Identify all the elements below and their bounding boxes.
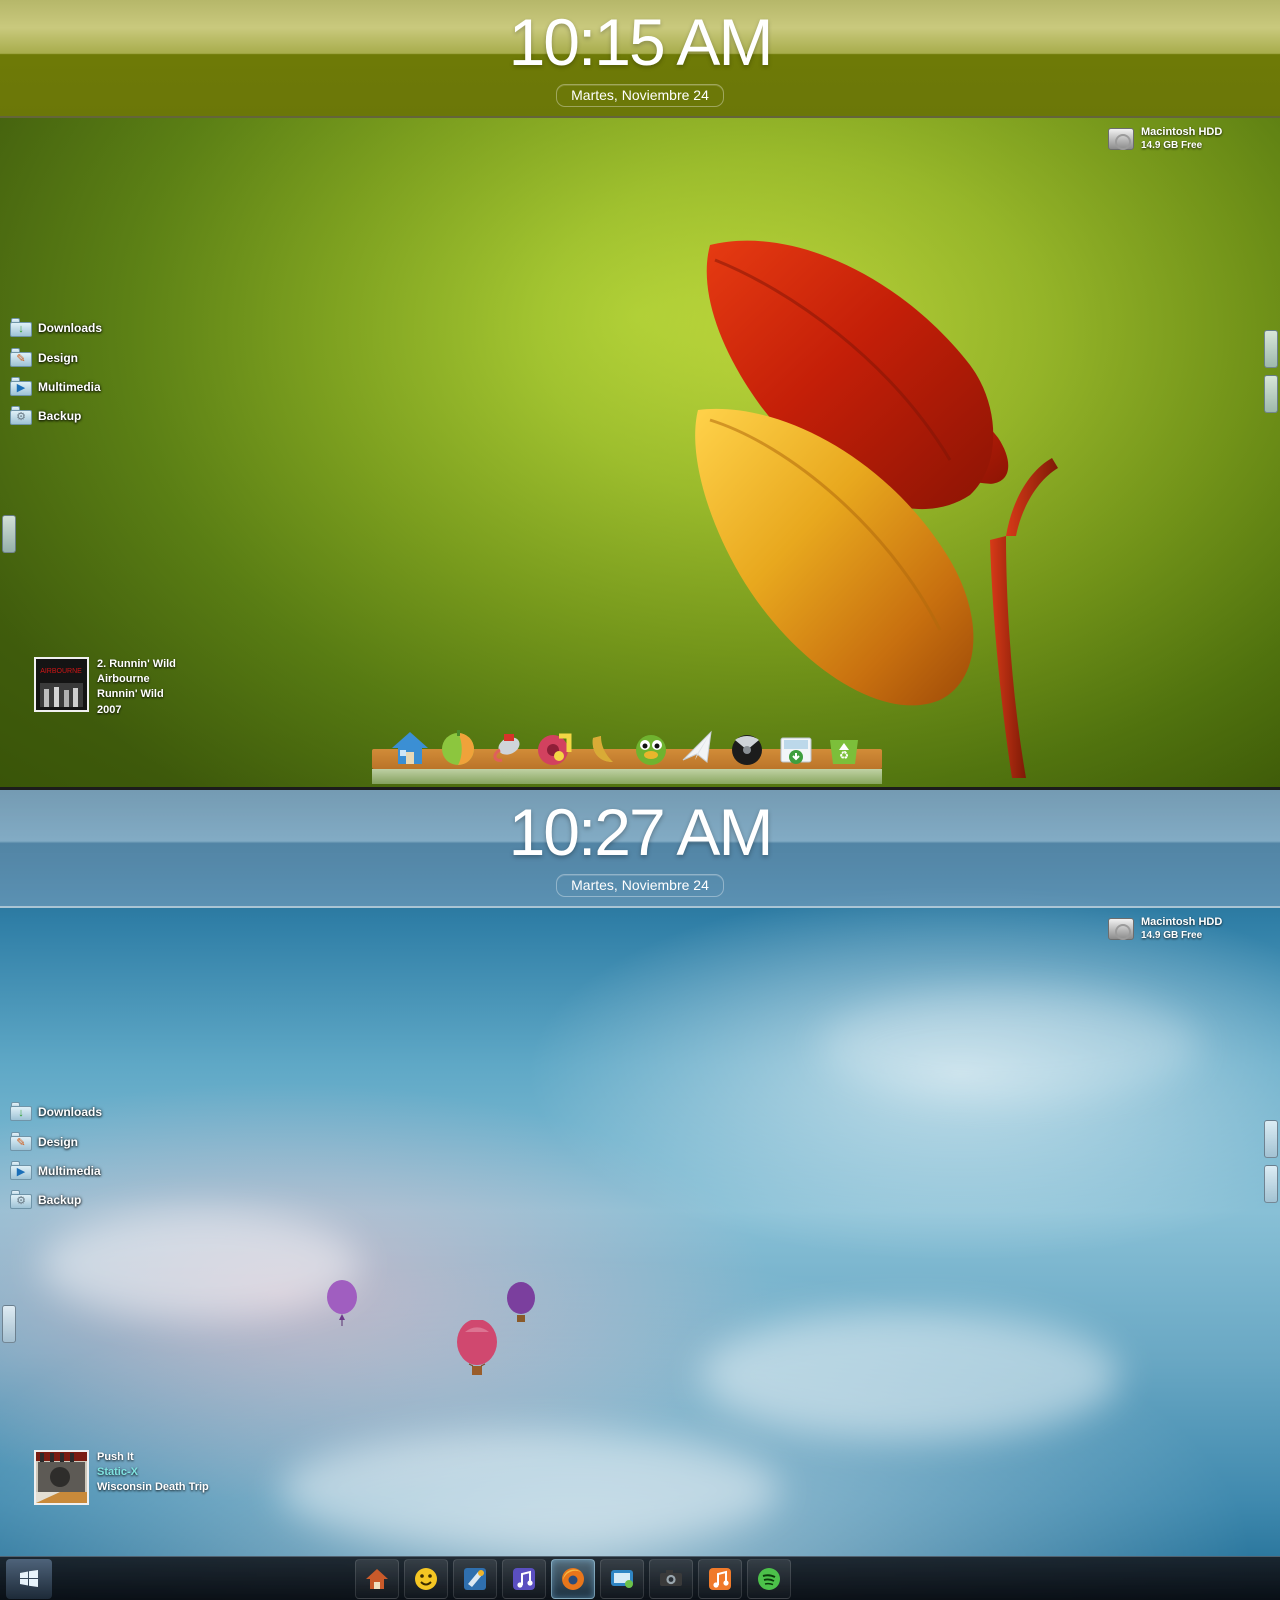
folder-design-icon: ✎ — [10, 348, 32, 367]
side-widget-tab-right-green-1[interactable] — [1264, 330, 1278, 368]
desktop-icon-label: Backup — [38, 408, 82, 423]
np-album: Wisconsin Death Trip — [97, 1481, 209, 1494]
drive-name: Macintosh HDD — [1141, 126, 1223, 138]
taskbar-tools-icon[interactable] — [453, 1558, 497, 1599]
screen-divider — [0, 787, 1280, 790]
desktop-icon-multimedia[interactable]: ▶ Multimedia — [10, 377, 101, 396]
clock-time: 10:15 AM — [508, 5, 774, 79]
folder-design-icon: ✎ — [10, 1132, 32, 1151]
clock-widget-green: 10:15 AM Martes, Noviembre 24 — [0, 0, 1280, 118]
folder-backup-icon: ⚙ — [10, 1190, 32, 1209]
mouse-dock-icon[interactable] — [484, 726, 528, 770]
side-widget-tab-left-sky[interactable] — [2, 1305, 16, 1343]
dock-green[interactable]: ♻ — [372, 718, 882, 784]
taskbar-smiley-icon[interactable] — [404, 1558, 448, 1599]
dock-shelf-reflection — [372, 769, 882, 784]
folder-backup-icon: ⚙ — [10, 406, 32, 425]
recycle-dock-icon[interactable]: ♻ — [822, 726, 866, 770]
bird-dock-icon[interactable] — [629, 726, 673, 770]
taskbar[interactable] — [0, 1556, 1280, 1600]
desktop-icon-downloads-sky[interactable]: ↓ Downloads — [10, 1102, 102, 1121]
side-widget-tab-right-sky-1[interactable] — [1264, 1120, 1278, 1158]
balloon-icon-1 — [327, 1280, 357, 1326]
balloon-icon-3 — [507, 1282, 535, 1322]
drive-free: 14.9 GB Free — [1141, 139, 1203, 151]
cloud-1 — [40, 1210, 360, 1320]
side-widget-tab-left-green[interactable] — [2, 515, 16, 553]
album-art: AIRBOURNE — [34, 657, 89, 712]
svg-text:AIRBOURNE: AIRBOURNE — [40, 668, 82, 675]
np-album: Runnin' Wild — [97, 688, 164, 701]
desktop-green: 10:15 AM Martes, Noviembre 24 Macintosh … — [0, 0, 1280, 790]
taskbar-itunes-icon[interactable] — [698, 1558, 742, 1599]
cloud-2 — [700, 1310, 1120, 1440]
desktop-icon-design[interactable]: ✎ Design — [10, 348, 78, 367]
folder-download-icon: ↓ — [10, 318, 32, 337]
drive-icon-macintosh-hdd[interactable]: Macintosh HDD 14.9 GB Free — [1108, 126, 1222, 152]
now-playing-widget-green: AIRBOURNE 2. Runnin' Wild Airbourne Runn… — [34, 657, 176, 718]
desktop-icon-label: Downloads — [38, 1104, 103, 1119]
desktop-icon-label: Design — [38, 350, 79, 365]
hard-drive-icon — [1108, 918, 1134, 941]
cloud-4 — [820, 990, 1200, 1100]
taskbar-home-icon[interactable] — [355, 1558, 399, 1599]
desktop-icon-design-sky[interactable]: ✎ Design — [10, 1132, 78, 1151]
clock-date: Martes, Noviembre 24 — [0, 874, 1280, 897]
desktop-icon-backup-sky[interactable]: ⚙ Backup — [10, 1190, 81, 1209]
music-dock-icon[interactable] — [533, 726, 577, 770]
drive-name: Macintosh HDD — [1141, 916, 1223, 928]
np-year: 2007 — [97, 703, 122, 716]
desktop-icon-multimedia-sky[interactable]: ▶ Multimedia — [10, 1161, 101, 1180]
folder-multimedia-icon: ▶ — [10, 1161, 32, 1180]
now-playing-widget-sky: Push It Static-X Wisconsin Death Trip — [34, 1450, 209, 1505]
downloads-dock-icon[interactable] — [774, 726, 818, 770]
desktop-sky: 10:27 AM Martes, Noviembre 24 Macintosh … — [0, 790, 1280, 1600]
taskbar-camera-icon[interactable] — [649, 1558, 693, 1599]
desktop-icon-label: Multimedia — [38, 379, 101, 394]
taskbar-messenger-icon[interactable] — [600, 1558, 644, 1599]
leaf-artwork — [695, 240, 1058, 778]
folder-download-icon: ↓ — [10, 1102, 32, 1121]
clock-date: Martes, Noviembre 24 — [0, 84, 1280, 107]
drive-free: 14.9 GB Free — [1141, 929, 1203, 941]
paper-plane-dock-icon[interactable] — [677, 726, 721, 770]
banana-dock-icon[interactable] — [581, 726, 625, 770]
taskbar-items[interactable] — [355, 1558, 791, 1599]
browser-dock-icon[interactable] — [436, 726, 480, 770]
taskbar-firefox-icon[interactable] — [551, 1558, 595, 1599]
folder-multimedia-icon: ▶ — [10, 377, 32, 396]
balloon-icon-2 — [457, 1320, 497, 1375]
side-widget-tab-right-sky-2[interactable] — [1264, 1165, 1278, 1203]
taskbar-spotify-icon[interactable] — [747, 1558, 791, 1599]
clock-time: 10:27 AM — [508, 795, 774, 869]
side-widget-tab-right-green-2[interactable] — [1264, 375, 1278, 413]
disc-dock-icon[interactable] — [725, 726, 769, 770]
desktop-icon-label: Downloads — [38, 320, 103, 335]
np-artist: Airbourne — [97, 673, 150, 686]
album-art — [34, 1450, 89, 1505]
np-track: Push It — [97, 1451, 134, 1463]
desktop-icon-backup[interactable]: ⚙ Backup — [10, 406, 81, 425]
windows-logo-icon — [20, 1569, 38, 1587]
np-artist: Static-X — [97, 1466, 138, 1479]
clock-widget-sky: 10:27 AM Martes, Noviembre 24 — [0, 790, 1280, 908]
home-dock-icon[interactable] — [388, 726, 432, 770]
svg-text:♻: ♻ — [839, 750, 849, 762]
desktop-icon-downloads[interactable]: ↓ Downloads — [10, 318, 102, 337]
start-button[interactable] — [6, 1558, 52, 1599]
desktop-icon-label: Multimedia — [38, 1163, 101, 1178]
drive-icon-macintosh-hdd-sky[interactable]: Macintosh HDD 14.9 GB Free — [1108, 916, 1222, 942]
desktop-icon-label: Backup — [38, 1192, 82, 1207]
taskbar-music-icon[interactable] — [502, 1558, 546, 1599]
cloud-3 — [280, 1430, 780, 1550]
np-track: 2. Runnin' Wild — [97, 658, 176, 670]
desktop-icon-label: Design — [38, 1134, 79, 1149]
hard-drive-icon — [1108, 128, 1134, 151]
